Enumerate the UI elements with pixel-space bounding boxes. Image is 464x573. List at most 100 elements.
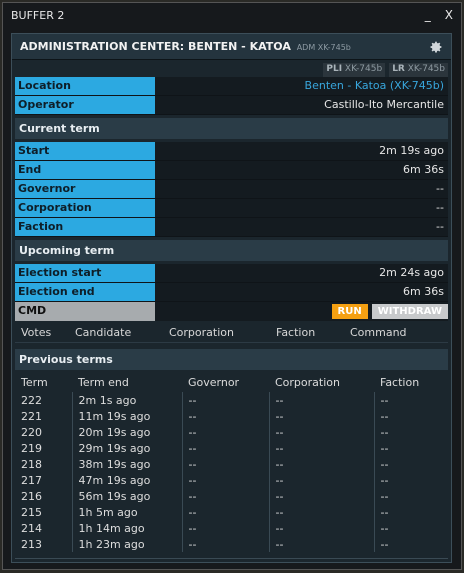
table-cell: -- bbox=[373, 520, 443, 536]
table-cell: 219 bbox=[21, 441, 42, 455]
location-row: Location Benten - Katoa (XK-745b) bbox=[15, 77, 448, 96]
table-cell: -- bbox=[268, 520, 374, 536]
table-cell: -- bbox=[181, 520, 269, 536]
table-cell: 221 bbox=[21, 409, 42, 423]
table-cell: 216 bbox=[21, 489, 42, 503]
minimize-button[interactable]: _ bbox=[425, 8, 431, 22]
faction-label: Faction bbox=[15, 218, 155, 236]
table-cell: 220 bbox=[21, 425, 42, 439]
table-cell: 38m 19s ago bbox=[71, 456, 182, 472]
votes-column[interactable]: Votes bbox=[15, 326, 75, 339]
faction-column[interactable]: Faction bbox=[374, 373, 443, 392]
close-button[interactable]: X bbox=[445, 8, 453, 22]
table-cell: -- bbox=[268, 456, 374, 472]
start-value: 2m 19s ago bbox=[155, 142, 448, 160]
operator-label: Operator bbox=[15, 96, 155, 114]
governor-label: Governor bbox=[15, 180, 155, 198]
table-cell: -- bbox=[373, 536, 443, 552]
governor-column[interactable]: Governor bbox=[182, 373, 269, 392]
panel-subtitle: ADM XK-745b bbox=[296, 43, 351, 52]
cmd-label: CMD bbox=[15, 302, 155, 321]
operator-value: Castillo-Ito Mercantile bbox=[155, 96, 448, 114]
table-cell: -- bbox=[373, 472, 443, 488]
table-cell: 218 bbox=[21, 457, 42, 471]
end-value: 6m 36s bbox=[155, 161, 448, 179]
candidate-column[interactable]: Candidate bbox=[75, 326, 169, 339]
location-link[interactable]: Benten - Katoa (XK-745b) bbox=[155, 77, 448, 95]
panel-header: ADMINISTRATION CENTER: BENTEN - KATOA AD… bbox=[12, 34, 451, 60]
table-cell: -- bbox=[181, 408, 269, 424]
table-row[interactable]: 220 20m 19s ago -- -- -- bbox=[15, 424, 443, 440]
table-cell: 1h 14m ago bbox=[71, 520, 182, 536]
table-cell: 215 bbox=[21, 505, 42, 519]
table-cell: -- bbox=[181, 488, 269, 504]
table-row[interactable]: 217 47m 19s ago -- -- -- bbox=[15, 472, 443, 488]
previous-terms-body: 222 2m 1s ago -- -- -- 221 11m 19s ago -- -- -- 22… bbox=[15, 392, 443, 552]
command-column[interactable]: Command bbox=[350, 326, 430, 339]
table-cell: 222 bbox=[21, 393, 42, 407]
table-row[interactable]: 221 11m 19s ago -- -- -- bbox=[15, 408, 443, 424]
table-cell: -- bbox=[373, 424, 443, 440]
gear-icon[interactable] bbox=[429, 40, 443, 54]
start-label: Start bbox=[15, 142, 155, 160]
table-row[interactable]: 218 38m 19s ago -- -- -- bbox=[15, 456, 443, 472]
faction-value: -- bbox=[155, 218, 448, 236]
table-cell: 29m 19s ago bbox=[71, 440, 182, 456]
governor-row: Governor -- bbox=[15, 180, 448, 199]
operator-row: Operator Castillo-Ito Mercantile bbox=[15, 96, 448, 115]
table-cell: -- bbox=[268, 504, 374, 520]
table-cell: -- bbox=[373, 488, 443, 504]
table-row[interactable]: 214 1h 14m ago -- -- -- bbox=[15, 520, 443, 536]
table-row[interactable]: 213 1h 23m ago -- -- -- bbox=[15, 536, 443, 552]
term-column[interactable]: Term bbox=[15, 373, 72, 392]
election-end-value: 6m 36s bbox=[155, 283, 448, 301]
buffer-window: BUFFER 2 _ X ADMINISTRATION CENTER: BENT… bbox=[2, 2, 462, 570]
current-term-rows: Start 2m 19s ago End 6m 36s Governor -- … bbox=[12, 142, 451, 237]
window-titlebar[interactable]: BUFFER 2 _ X bbox=[3, 3, 461, 27]
table-cell: 1h 23m ago bbox=[71, 536, 182, 552]
election-start-row: Election start 2m 24s ago bbox=[15, 264, 448, 283]
previous-terms-heading: Previous terms bbox=[15, 349, 448, 370]
table-cell: -- bbox=[373, 504, 443, 520]
lr-chip: LR XK-745b bbox=[389, 63, 448, 77]
table-cell: -- bbox=[268, 440, 374, 456]
governor-value: -- bbox=[155, 180, 448, 198]
corporation-column[interactable]: Corporation bbox=[169, 326, 276, 339]
table-cell: -- bbox=[373, 440, 443, 456]
table-cell: -- bbox=[181, 456, 269, 472]
table-cell: -- bbox=[268, 488, 374, 504]
faction-column[interactable]: Faction bbox=[276, 326, 350, 339]
table-cell: -- bbox=[181, 392, 269, 408]
window-title: BUFFER 2 bbox=[11, 8, 65, 22]
table-cell: 217 bbox=[21, 473, 42, 487]
candidates-header: Votes Candidate Corporation Faction Comm… bbox=[15, 323, 448, 343]
table-cell: -- bbox=[181, 504, 269, 520]
table-cell: 2m 1s ago bbox=[71, 392, 182, 408]
corporation-column[interactable]: Corporation bbox=[269, 373, 374, 392]
table-cell: 11m 19s ago bbox=[71, 408, 182, 424]
term-end-column[interactable]: Term end bbox=[72, 373, 182, 392]
election-start-label: Election start bbox=[15, 264, 155, 282]
withdraw-button[interactable]: WITHDRAW bbox=[371, 304, 448, 319]
table-cell: 213 bbox=[21, 537, 42, 551]
corporation-value: -- bbox=[155, 199, 448, 217]
table-header-row: Term Term end Governor Corporation Facti… bbox=[15, 373, 443, 392]
run-button[interactable]: RUN bbox=[331, 304, 368, 319]
table-row[interactable]: 222 2m 1s ago -- -- -- bbox=[15, 392, 443, 408]
table-row[interactable]: 219 29m 19s ago -- -- -- bbox=[15, 440, 443, 456]
table-cell: -- bbox=[181, 424, 269, 440]
table-cell: 47m 19s ago bbox=[71, 472, 182, 488]
current-term-heading: Current term bbox=[15, 118, 448, 139]
table-cell: 20m 19s ago bbox=[71, 424, 182, 440]
table-row[interactable]: 215 1h 5m ago -- -- -- bbox=[15, 504, 443, 520]
table-row[interactable]: 216 56m 19s ago -- -- -- bbox=[15, 488, 443, 504]
table-cell: 56m 19s ago bbox=[71, 488, 182, 504]
table-cell: -- bbox=[268, 472, 374, 488]
table-cell: -- bbox=[181, 536, 269, 552]
corporation-label: Corporation bbox=[15, 199, 155, 217]
table-cell: -- bbox=[268, 408, 374, 424]
start-row: Start 2m 19s ago bbox=[15, 142, 448, 161]
panel-title: ADMINISTRATION CENTER: BENTEN - KATOA bbox=[20, 40, 291, 53]
table-cell: -- bbox=[373, 456, 443, 472]
upcoming-term-heading: Upcoming term bbox=[15, 240, 448, 261]
